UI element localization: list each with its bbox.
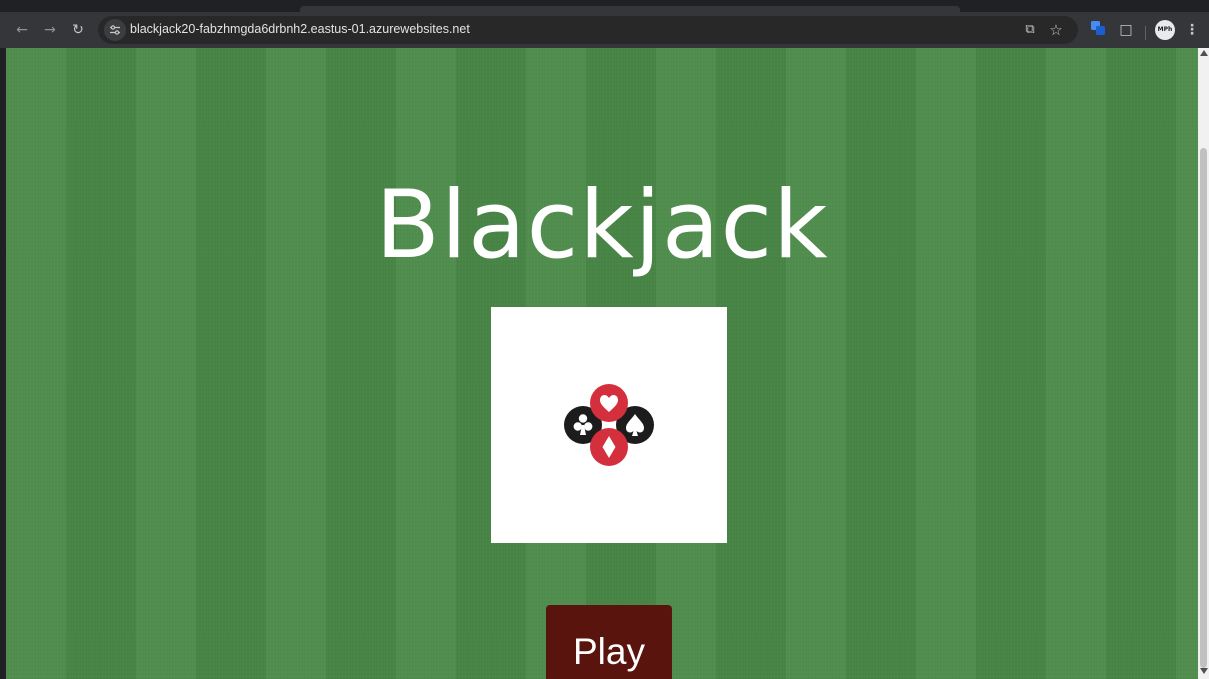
forward-arrow-icon[interactable]: → xyxy=(38,18,62,42)
address-bar[interactable]: blackjack20-fabzhmgda6drbnh2.eastus-01.a… xyxy=(98,16,1078,44)
card-suits-logo-icon xyxy=(564,384,654,466)
site-info-icon[interactable] xyxy=(104,19,126,41)
page-viewport: Blackjack Play xyxy=(6,48,1198,679)
scrollbar-thumb[interactable] xyxy=(1200,148,1207,668)
extensions-puzzle-icon[interactable]: □ xyxy=(1116,20,1136,40)
reload-icon[interactable]: ↻ xyxy=(66,18,90,42)
scroll-up-arrow-icon[interactable] xyxy=(1200,50,1208,56)
page-scrollbar[interactable] xyxy=(1198,48,1209,679)
kebab-menu-icon[interactable]: ⋮ xyxy=(1184,20,1200,40)
toolbar-divider xyxy=(1145,26,1146,40)
translate-extension-icon[interactable] xyxy=(1088,20,1108,40)
url-text[interactable]: blackjack20-fabzhmgda6drbnh2.eastus-01.a… xyxy=(130,22,470,36)
profile-avatar[interactable]: MPh xyxy=(1155,20,1175,40)
install-app-icon[interactable]: ⧉ xyxy=(1020,20,1040,40)
tab-strip xyxy=(0,0,1209,12)
bookmark-star-icon[interactable]: ☆ xyxy=(1046,20,1066,40)
scroll-down-arrow-icon[interactable] xyxy=(1200,668,1208,674)
logo-card xyxy=(491,307,727,543)
browser-toolbar: ← → ↻ blackjack20-fabzhmgda6drbnh2.eastu… xyxy=(0,12,1209,48)
play-button[interactable]: Play xyxy=(546,605,672,679)
page-title: Blackjack xyxy=(375,171,829,280)
back-arrow-icon[interactable]: ← xyxy=(10,18,34,42)
